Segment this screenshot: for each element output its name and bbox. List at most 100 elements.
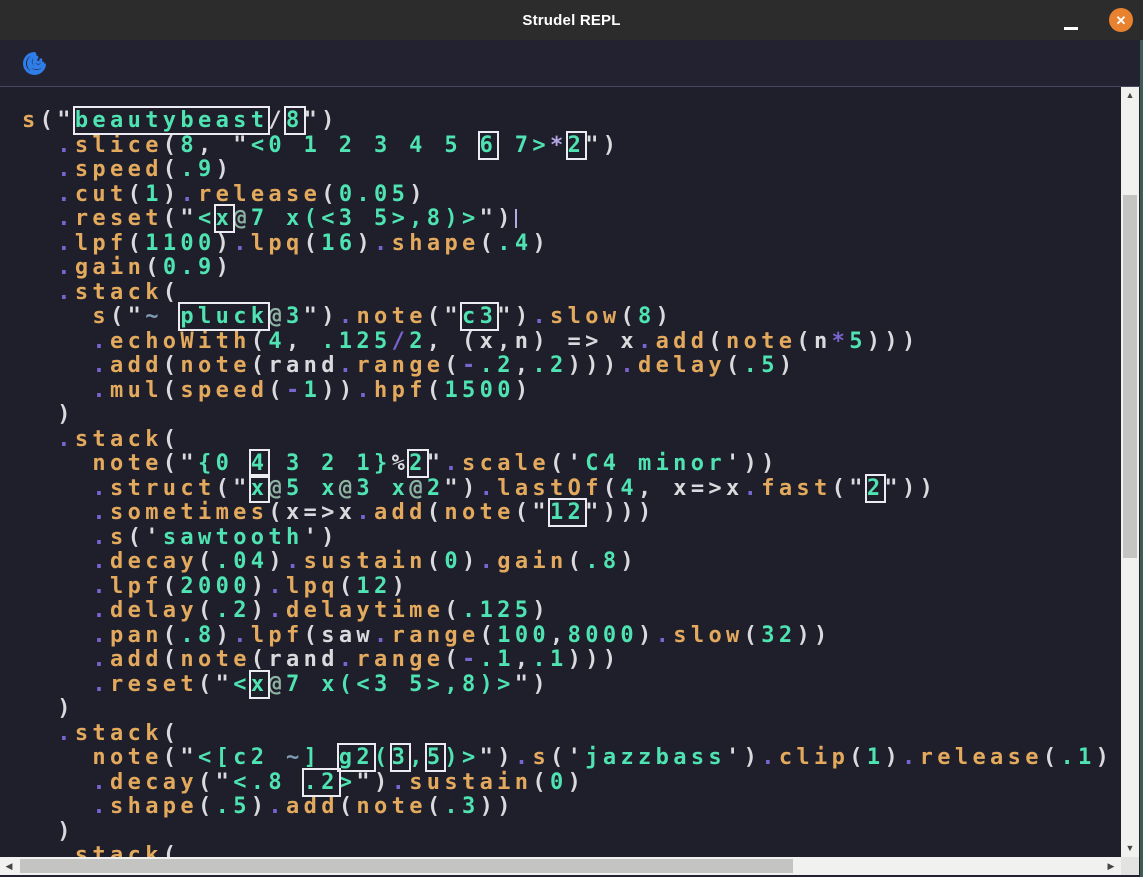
code-token: 8000 xyxy=(568,623,638,648)
code-token: shape xyxy=(392,231,480,256)
code-token: s xyxy=(532,745,550,770)
code-token: ( xyxy=(163,280,181,305)
code-line[interactable]: note("{0 4 3 2 1}%2".scale('C4 minor')) xyxy=(22,452,1113,477)
code-token: note xyxy=(92,745,162,770)
code-line[interactable]: .stack( xyxy=(22,844,1113,857)
code-token: . xyxy=(180,182,198,207)
code-line[interactable]: .struct("x@5 x@3 x@2").lastOf(4, x=>x.fa… xyxy=(22,477,1113,502)
code-token: ( xyxy=(726,353,744,378)
code-token xyxy=(22,182,57,207)
code-line[interactable]: .reset("<x@7 x(<3 5>,8)>") xyxy=(22,207,1113,232)
code-token: . xyxy=(57,280,75,305)
code-token: ( xyxy=(744,623,762,648)
code-line[interactable]: .add(note(rand.range(-.2,.2))).delay(.5) xyxy=(22,354,1113,379)
code-line[interactable]: .stack( xyxy=(22,428,1113,453)
code-token: ) xyxy=(656,304,674,329)
code-token: 4 xyxy=(620,476,638,501)
code-token: . xyxy=(374,623,392,648)
close-button[interactable]: ✕ xyxy=(1109,8,1133,32)
code-line[interactable]: .gain(0.9) xyxy=(22,256,1113,281)
minimize-button[interactable] xyxy=(1056,0,1086,40)
horizontal-scrollbar-thumb[interactable] xyxy=(20,859,793,873)
code-line[interactable]: .slice(8, "<0 1 2 3 4 5 6 7>*2") xyxy=(22,134,1113,159)
code-line[interactable]: .stack( xyxy=(22,281,1113,306)
code-line[interactable]: .cut(1).release(0.05) xyxy=(22,183,1113,208)
code-token: ) xyxy=(356,231,374,256)
code-line[interactable]: .add(note(rand.range(-.1,.1))) xyxy=(22,648,1113,673)
code-token: 1 xyxy=(145,182,163,207)
code-token: ') xyxy=(726,745,761,770)
code-token: delaytime xyxy=(286,598,444,623)
code-line[interactable]: note("<[c2 ~] g2(3,5)>").s('jazzbass').c… xyxy=(22,746,1113,771)
code-token: ( xyxy=(198,549,216,574)
code-line[interactable]: .shape(.5).add(note(.3)) xyxy=(22,795,1113,820)
code-token: 3 xyxy=(286,304,304,329)
code-line[interactable]: ) xyxy=(22,820,1113,845)
code-token: range xyxy=(356,647,444,672)
code-token: n xyxy=(814,329,832,354)
code-line[interactable]: .pan(.8).lpf(saw.range(100,8000).slow(32… xyxy=(22,624,1113,649)
active-token-highlight: 6 xyxy=(480,133,498,158)
strudel-spiral-logo-icon[interactable] xyxy=(21,50,48,77)
code-token: @ xyxy=(268,672,286,697)
code-token: ~ xyxy=(286,745,304,770)
horizontal-scrollbar[interactable]: ◀ ▶ xyxy=(0,857,1121,875)
vertical-scrollbar[interactable]: ▲ ▼ xyxy=(1121,87,1139,857)
code-token: ( xyxy=(321,182,339,207)
code-line[interactable]: s("~ pluck@3").note("c3").slow(8) xyxy=(22,305,1113,330)
code-token: ") xyxy=(497,304,532,329)
code-line[interactable]: .mul(speed(-1)).hpf(1500) xyxy=(22,379,1113,404)
code-token: . xyxy=(57,427,75,452)
code-token: 2 xyxy=(427,476,445,501)
code-token: 100 xyxy=(497,623,550,648)
code-editor[interactable]: s("beautybeast/8") .slice(8, "<0 1 2 3 4… xyxy=(0,87,1121,857)
code-token: reset xyxy=(75,206,163,231)
active-token-highlight: 8 xyxy=(286,108,304,133)
code-line[interactable]: .speed(.9) xyxy=(22,158,1113,183)
code-token: ( xyxy=(849,745,867,770)
code-token: ) xyxy=(620,549,638,574)
code-token: (' xyxy=(550,745,585,770)
code-token: ) xyxy=(568,770,586,795)
code-line[interactable]: ) xyxy=(22,403,1113,428)
code-line[interactable]: .decay("<.8 .2>").sustain(0) xyxy=(22,771,1113,796)
code-token: ')) xyxy=(726,451,779,476)
code-token: - xyxy=(286,378,304,403)
code-line[interactable]: .delay(.2).delaytime(.125) xyxy=(22,599,1113,624)
code-token: - xyxy=(462,353,480,378)
code-token: (" xyxy=(163,745,198,770)
window-title: Strudel REPL xyxy=(522,12,620,29)
code-token: ( xyxy=(163,378,181,403)
code-token: range xyxy=(392,623,480,648)
code-line[interactable]: .sometimes(x=>x.add(note("12"))) xyxy=(22,501,1113,526)
code-token: )> xyxy=(444,745,479,770)
code-token: ") xyxy=(304,304,339,329)
code-line[interactable]: .stack( xyxy=(22,722,1113,747)
code-token xyxy=(22,647,92,672)
code-token: , xyxy=(515,353,533,378)
code-line[interactable]: s("beautybeast/8") xyxy=(22,109,1113,134)
scroll-left-icon[interactable]: ◀ xyxy=(0,857,18,875)
scroll-right-icon[interactable]: ▶ xyxy=(1101,857,1121,875)
code-token: 7 x(<3 5>,8)> xyxy=(286,672,515,697)
code-token: ( xyxy=(620,304,638,329)
code-line[interactable]: .echoWith(4, .125/2, (x,n) => x.add(note… xyxy=(22,330,1113,355)
code-token: ( xyxy=(304,623,322,648)
code-token: s xyxy=(92,304,110,329)
code-token: (x=>x xyxy=(268,500,356,525)
code-line[interactable]: ) xyxy=(22,697,1113,722)
code-token: ( xyxy=(251,329,269,354)
vertical-scrollbar-thumb[interactable] xyxy=(1123,195,1137,558)
scroll-up-icon[interactable]: ▲ xyxy=(1121,87,1139,103)
scroll-down-icon[interactable]: ▼ xyxy=(1121,839,1139,857)
code-token: . xyxy=(444,451,462,476)
code-line[interactable]: .decay(.04).sustain(0).gain(.8) xyxy=(22,550,1113,575)
code-line[interactable]: .reset("<x@7 x(<3 5>,8)>") xyxy=(22,673,1113,698)
code-token: ( xyxy=(145,255,163,280)
code-line[interactable]: .lpf(1100).lpq(16).shape(.4) xyxy=(22,232,1113,257)
code-line[interactable]: .lpf(2000).lpq(12) xyxy=(22,575,1113,600)
code-token: . xyxy=(92,623,110,648)
code-token: )) xyxy=(321,378,356,403)
code-token: ( xyxy=(480,231,498,256)
code-line[interactable]: .s('sawtooth') xyxy=(22,526,1113,551)
